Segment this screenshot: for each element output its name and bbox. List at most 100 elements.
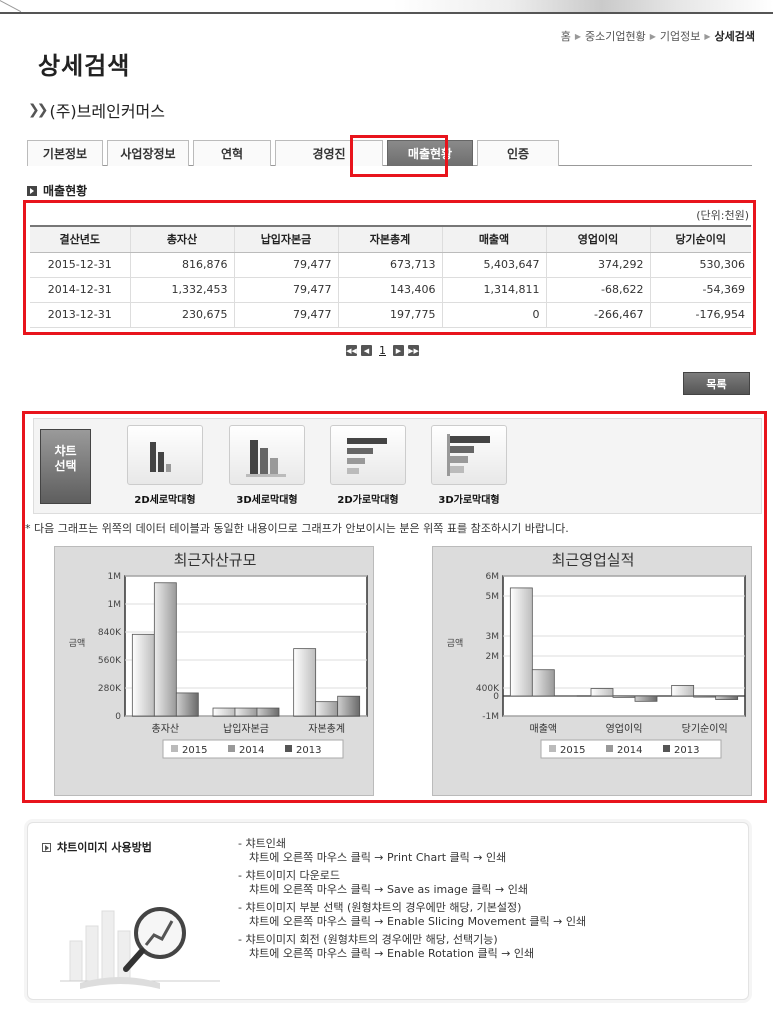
list-button[interactable]: 목록 [683,372,750,395]
usage-item-desc: 챠트에 오른쪽 마우스 클릭 → Enable Rotation 클릭 → 인쇄 [249,947,535,960]
breadcrumb-company-info[interactable]: 기업정보 [660,28,700,44]
first-page-icon[interactable]: ◀◀ [346,345,357,356]
active-tab-highlight [350,135,448,177]
chart-title: 최근자산규모 [174,551,257,569]
bar-2014 [531,669,555,697]
usage-guide-list: - 챠트인쇄 챠트에 오른쪽 마우스 클릭 → Print Chart 클릭 →… [238,837,586,965]
y-tick-label: 0 [115,712,121,722]
y-tick-label: 280K [98,684,122,694]
bar-2014 [234,707,258,717]
company-name: (주)브레인커머스 [49,102,165,121]
y-tick-label: 400K [476,684,500,694]
sales-table: 결산년도 총자산 납입자본금 자본총계 매출액 영업이익 당기순이익 2015-… [30,225,751,328]
chart-area-highlight: 챠트 선택 2D세로막대형 3D세로막대형 2D가로막대형 3D가로막대형 * … [22,411,767,803]
chart-select-label-line1: 챠트 [54,444,77,458]
bar-2015 [212,707,236,717]
chart-option-3d-vertical[interactable]: 3D세로막대형 [223,425,311,506]
performance-chart: 최근영업실적-1M0400K2M3M5M6M금액매출액 영업이익 당기순이익2015… [447,551,746,759]
col-header-net-income: 당기순이익 [650,225,751,253]
next-page-icon[interactable]: ▶ [393,345,404,356]
table-row: 2014-12-31 1,332,453 79,477 143,406 1,31… [30,277,751,303]
table-row: 2013-12-31 230,675 79,477 197,775 0 -266… [30,302,751,328]
last-page-icon[interactable]: ▶▶ [408,345,419,356]
chart-option-2d-vertical[interactable]: 2D세로막대형 [121,425,209,506]
top-border [0,0,773,14]
bar-2015 [671,684,695,697]
bar-2015 [293,648,317,717]
breadcrumb-separator-icon: ▶ [574,31,581,41]
y-tick-label: 2M [486,652,500,662]
col-header-year: 결산년도 [30,225,131,253]
breadcrumb-sme-status[interactable]: 중소기업현황 [585,28,646,44]
prev-page-icon[interactable]: ◀ [361,345,372,356]
chart-option-label: 3D세로막대형 [236,495,298,506]
page-title: 상세검색 [38,52,131,80]
table-cell: 1,332,453 [130,277,235,303]
table-cell: 230,675 [130,302,235,328]
asset-chart: 최근자산규모 0 280K 560K 840K 1M 1M 금액총자산 납입자본금 자본총계 201… [69,551,368,759]
tab-certification[interactable]: 인증 [477,140,559,166]
page-number[interactable]: 1 [379,344,386,357]
table-cell: 673,713 [338,252,443,278]
usage-item-desc: 챠트에 오른쪽 마우스 클릭 → Enable Slicing Movement… [249,915,587,928]
table-cell: 5,403,647 [442,252,547,278]
table-cell: 1,314,811 [442,277,547,303]
x-tick-label: 당기순이익 [682,723,728,735]
y-tick-label: 1M [108,600,122,610]
section-heading: 매출현황 [27,182,87,199]
breadcrumb: 홈 ▶ 중소기업현황 ▶ 기업정보 ▶ 상세검색 [561,28,755,44]
bar-2013 [175,692,199,717]
y-tick-label: -1M [482,712,499,722]
bar-2015 [509,587,533,697]
chart-title: 최근영업실적 [552,551,635,569]
chart-option-2d-horizontal[interactable]: 2D가로막대형 [324,425,412,506]
breadcrumb-separator-icon: ▶ [704,31,711,41]
usage-item-desc: 챠트에 오른쪽 마우스 클릭 → Save as image 클릭 → 인쇄 [249,883,528,896]
bar-2013 [715,695,739,700]
usage-item-desc: 챠트에 오른쪽 마우스 클릭 → Print Chart 클릭 → 인쇄 [249,851,507,864]
bar-2013 [256,707,280,717]
chart-usage-guide: 챠트이미지 사용방법 - 챠트인쇄 챠트에 오른쪽 마우스 클릭 → Print… [27,822,749,1000]
tab-basic-info[interactable]: 기본정보 [27,140,103,166]
tab-history[interactable]: 연혁 [193,140,271,166]
tab-workplace-info[interactable]: 사업장정보 [107,140,189,166]
company-heading: ❯❯ (주)브레인커머스 [28,98,165,122]
usage-item-head: - 챠트이미지 부분 선택 (원형챠트의 경우에만 해당, 기본설정) [238,901,522,914]
chart-option-label: 2D가로막대형 [337,495,399,506]
legend-label: 2013 [674,745,699,756]
table-cell: 79,477 [234,302,339,328]
chart-panel-assets[interactable]: 최근자산규모 0 280K 560K 840K 1M 1M 금액 총자산 납입자본금 자본총계 201… [54,546,374,796]
legend-label: 2015 [560,745,585,756]
legend-swatch [285,745,292,752]
bar-2014 [693,695,717,698]
table-cell: -54,369 [650,277,751,303]
chart-panel-performance[interactable]: 최근영업실적 -1M 0 400K 2M 3M 5M 6M 금액 매출액 영업이익 당기순이익 2015… [432,546,752,796]
magnifier-chart-illustration [60,907,220,989]
pagination: ◀◀ ◀ 1 ▶ ▶▶ [346,344,419,357]
y-tick-label: 840K [98,628,122,638]
2d-vertical-bar-icon [127,425,203,485]
x-tick-label: 자본총계 [308,723,345,735]
usage-item-head: - 챠트이미지 다운로드 [238,869,341,882]
bar-2013 [337,695,361,717]
breadcrumb-home[interactable]: 홈 [561,28,571,44]
corner-line [0,0,22,13]
usage-guide-heading: 챠트이미지 사용방법 [42,839,152,855]
col-header-total-assets: 총자산 [130,225,235,253]
y-tick-label: 5M [486,592,500,602]
chart-option-label: 2D세로막대형 [134,495,196,506]
chart-type-selector: 챠트 선택 2D세로막대형 3D세로막대형 2D가로막대형 3D가로막대형 [33,418,762,514]
bar-2015 [590,688,614,697]
col-header-operating-income: 영업이익 [546,225,651,253]
chart-option-3d-horizontal[interactable]: 3D가로막대형 [425,425,513,506]
table-cell: -266,467 [546,302,651,328]
table-cell: 143,406 [338,277,443,303]
table-cell: 79,477 [234,277,339,303]
play-box-icon [42,842,51,852]
y-axis-label: 금액 [69,637,86,649]
table-cell: 816,876 [130,252,235,278]
legend-swatch [549,745,556,752]
table-row: 2015-12-31 816,876 79,477 673,713 5,403,… [30,252,751,278]
usage-item-head: - 챠트이미지 회전 (원형챠트의 경우에만 해당, 선택기능) [238,933,498,946]
legend-swatch [171,745,178,752]
